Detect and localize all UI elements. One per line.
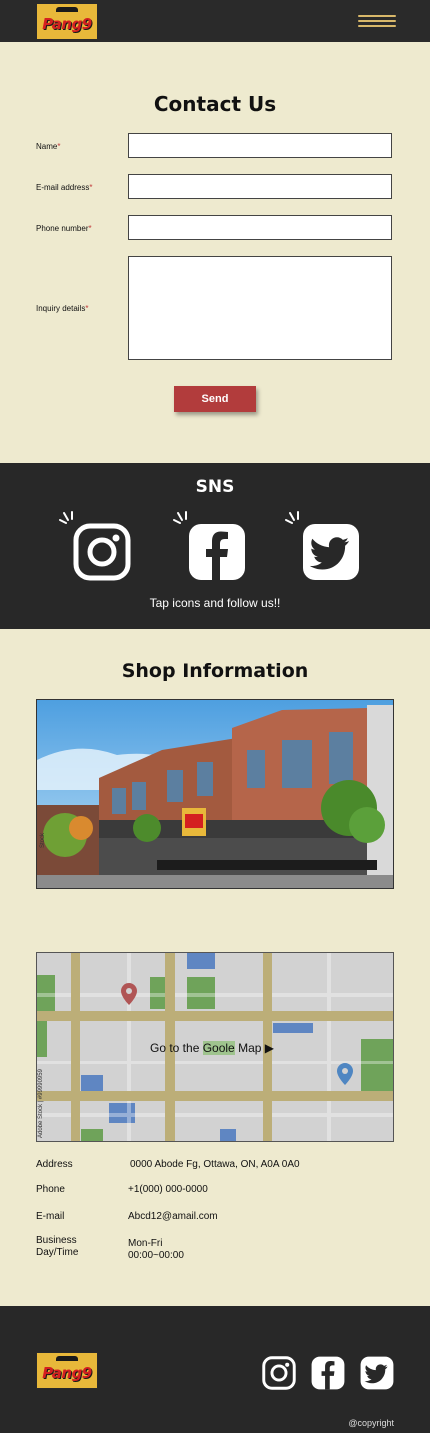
phone-label: Phone bbox=[36, 1184, 65, 1195]
business-hours-label: Business Day/Time bbox=[36, 1235, 79, 1258]
inquiry-label: Inquiry details* bbox=[36, 304, 89, 313]
name-label: Name* bbox=[36, 142, 61, 151]
top-header: Pang9 bbox=[0, 0, 430, 42]
hamburger-menu-icon[interactable] bbox=[358, 12, 396, 30]
email-label: E-mail address* bbox=[36, 183, 93, 192]
phone-value: +1(000) 000-0000 bbox=[128, 1184, 208, 1195]
phone-label: Phone number* bbox=[36, 224, 92, 233]
instagram-icon[interactable] bbox=[73, 523, 131, 581]
business-hours-value: Mon-Fri 00:00~00:00 bbox=[128, 1238, 184, 1261]
email-label: E-mail bbox=[36, 1211, 65, 1222]
instagram-icon[interactable] bbox=[262, 1356, 296, 1390]
logo-text: Pang9 bbox=[42, 14, 92, 33]
footer: Pang9 @copyright bbox=[0, 1306, 430, 1433]
send-button[interactable]: Send bbox=[174, 386, 256, 412]
address-label: Address bbox=[36, 1159, 73, 1170]
sns-caption: Tap icons and follow us!! bbox=[149, 596, 281, 610]
google-map-link[interactable]: Go to the Goole Map ▶ bbox=[150, 1041, 274, 1055]
contact-title: Contact Us bbox=[153, 92, 277, 116]
logo-car-icon bbox=[56, 1356, 78, 1361]
email-value: Abcd12@amail.com bbox=[128, 1211, 218, 1222]
brand-logo[interactable]: Pang9 bbox=[36, 3, 98, 40]
twitter-icon[interactable] bbox=[360, 1356, 394, 1390]
sns-title: SNS bbox=[195, 477, 235, 497]
email-field[interactable] bbox=[128, 174, 392, 199]
play-arrow-icon: ▶ bbox=[264, 1041, 274, 1055]
footer-logo[interactable]: Pang9 bbox=[36, 1352, 98, 1389]
phone-field[interactable] bbox=[128, 215, 392, 240]
twitter-icon[interactable] bbox=[302, 523, 360, 581]
facebook-icon[interactable] bbox=[311, 1356, 345, 1390]
sparkle-icon bbox=[285, 511, 299, 524]
address-value: 0000 Abode Fg, Ottawa, ON, A0A 0A0 bbox=[130, 1159, 300, 1170]
inquiry-field[interactable] bbox=[128, 256, 392, 360]
facebook-icon[interactable] bbox=[188, 523, 246, 581]
logo-car-icon bbox=[56, 7, 78, 12]
stock-watermark: Adobe Stock | #99990959 bbox=[38, 1069, 44, 1138]
stock-watermark: Stock bbox=[40, 832, 46, 848]
name-field[interactable] bbox=[128, 133, 392, 158]
logo-text: Pang9 bbox=[42, 1363, 92, 1382]
sns-section: SNS Tap icons and follow us!! bbox=[0, 463, 430, 629]
copyright-text: @copyright bbox=[348, 1418, 394, 1428]
shop-photo: Stock bbox=[36, 699, 394, 889]
sparkle-icon bbox=[59, 511, 73, 524]
sparkle-icon bbox=[173, 511, 187, 524]
shop-info-title: Shop Information bbox=[121, 660, 309, 682]
